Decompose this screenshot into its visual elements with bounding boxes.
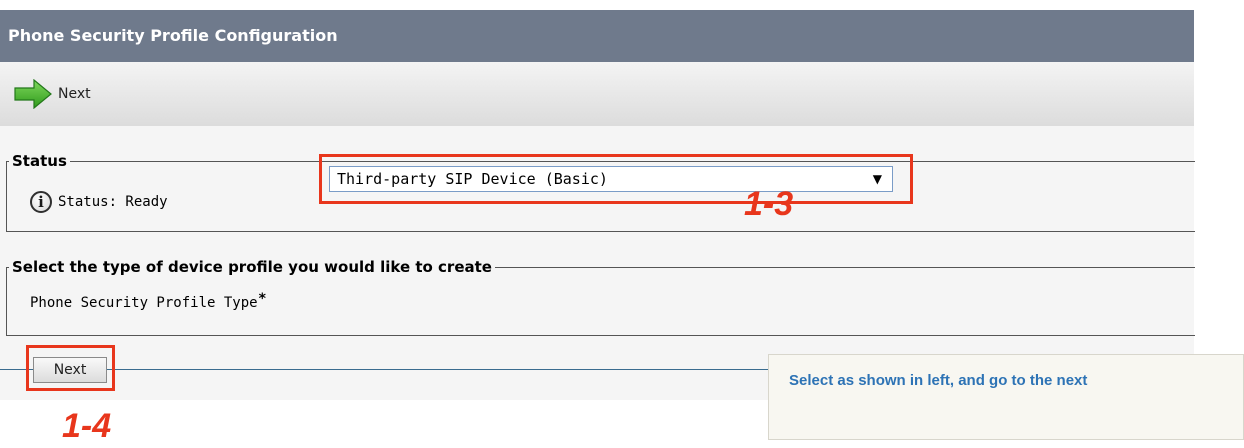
green-arrow-right-icon: [14, 79, 52, 109]
status-text: Status: Ready: [58, 194, 168, 210]
highlight-select-box: [319, 154, 913, 204]
step-label-1-4: 1-4: [62, 407, 112, 445]
status-legend: Status: [12, 152, 67, 170]
step-label-1-3: 1-3: [744, 185, 794, 223]
profile-type-label: Phone Security Profile Type: [30, 295, 258, 311]
toolbar-next-label: Next: [58, 86, 91, 102]
instruction-note: Select as shown in left, and go to the n…: [768, 354, 1244, 440]
info-icon: i: [30, 191, 52, 213]
profile-type-row: Phone Security Profile Type *: [30, 291, 266, 311]
toolbar: Next: [0, 62, 1194, 127]
toolbar-next-button[interactable]: Next: [14, 78, 91, 110]
status-row: i Status: Ready: [30, 191, 168, 213]
device-profile-legend: Select the type of device profile you wo…: [12, 258, 492, 276]
required-mark: *: [258, 291, 266, 307]
highlight-next-button: [26, 345, 115, 391]
page-title: Phone Security Profile Configuration: [0, 10, 1194, 62]
